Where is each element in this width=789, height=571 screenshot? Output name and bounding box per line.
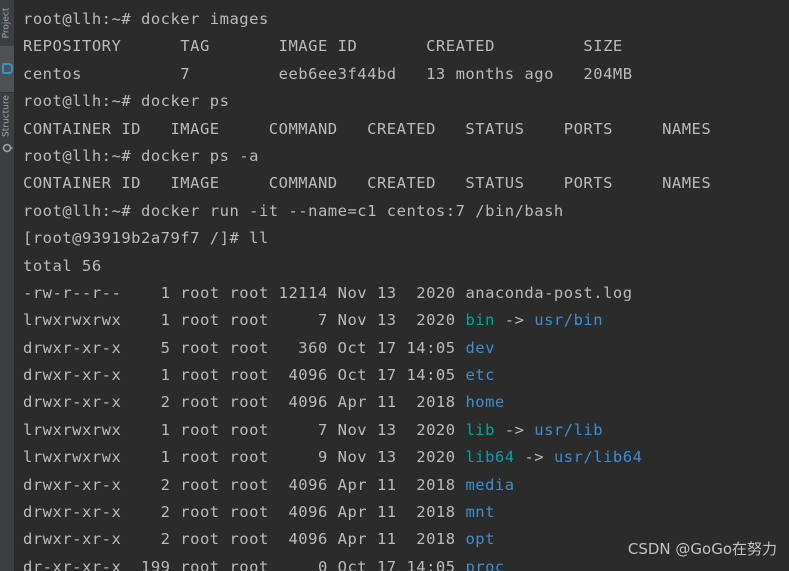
ll-row-meta: lrwxrwxrwx 1 root root 9 Nov 13 2020 xyxy=(23,448,466,467)
terminal-ll-row: -rw-r--r-- 1 root root 12114 Nov 13 2020… xyxy=(23,280,789,307)
ll-row-symlink-target: usr/bin xyxy=(534,311,604,330)
terminal-line-ps-header: CONTAINER ID IMAGE COMMAND CREATED STATU… xyxy=(23,174,712,193)
ll-row-meta: drwxr-xr-x 2 root root 4096 Apr 11 2018 xyxy=(23,475,466,494)
terminal-ll-row: lrwxrwxrwx 1 root root 7 Nov 13 2020 bin… xyxy=(23,307,789,334)
terminal-line-images-header: REPOSITORY TAG IMAGE ID CREATED SIZE xyxy=(23,37,623,56)
sidebar-item-database[interactable] xyxy=(0,46,14,92)
ll-row-name: opt xyxy=(465,530,495,549)
ll-row-meta: drwxr-xr-x 2 root root 4096 Apr 11 2018 xyxy=(23,530,466,549)
ll-row-name: mnt xyxy=(465,503,495,522)
terminal-line-ps-header: CONTAINER ID IMAGE COMMAND CREATED STATU… xyxy=(23,119,712,138)
settings-gear-icon xyxy=(2,143,13,153)
terminal-line-command: root@llh:~# docker images xyxy=(23,10,269,28)
ll-row-symlink-arrow: -> xyxy=(514,448,554,467)
terminal-line-images-row: centos 7 eeb6ee3f44bd 13 months ago 204M… xyxy=(23,64,633,83)
ll-row-meta: -rw-r--r-- 1 root root 12114 Nov 13 2020 xyxy=(23,283,466,302)
terminal-ll-row: drwxr-xr-x 2 root root 4096 Apr 11 2018 … xyxy=(23,389,789,416)
terminal-ll-row: drwxr-xr-x 1 root root 4096 Oct 17 14:05… xyxy=(23,362,789,389)
ll-row-name: etc xyxy=(465,366,495,385)
sidebar-item-label: Project xyxy=(1,7,12,39)
ll-row-meta: dr-xr-xr-x 199 root root 0 Oct 17 14:05 xyxy=(23,557,466,571)
terminal-ll-row: drwxr-xr-x 2 root root 4096 Apr 11 2018 … xyxy=(23,472,789,499)
terminal-line-command: root@llh:~# docker ps xyxy=(23,92,230,111)
terminal-line-total: total 56 xyxy=(23,256,102,275)
ll-row-name: proc xyxy=(465,557,505,571)
ll-row-meta: drwxr-xr-x 2 root root 4096 Apr 11 2018 xyxy=(23,393,466,412)
sidebar-item-project[interactable]: Project xyxy=(0,0,14,46)
terminal-ll-row: lrwxrwxrwx 1 root root 9 Nov 13 2020 lib… xyxy=(23,444,789,471)
terminal-ll-row: drwxr-xr-x 2 root root 4096 Apr 11 2018 … xyxy=(23,499,789,526)
terminal-ll-listing: -rw-r--r-- 1 root root 12114 Nov 13 2020… xyxy=(23,280,789,571)
ll-row-name: media xyxy=(465,475,515,494)
ll-row-meta: drwxr-xr-x 5 root root 360 Oct 17 14:05 xyxy=(23,338,466,357)
terminal-line-command: root@llh:~# docker run -it --name=c1 cen… xyxy=(23,201,564,220)
sidebar-item-label: Structure xyxy=(1,95,12,137)
terminal-ll-row: lrwxrwxrwx 1 root root 7 Nov 13 2020 lib… xyxy=(23,417,789,444)
ll-row-meta: lrwxrwxrwx 1 root root 7 Nov 13 2020 xyxy=(23,311,466,330)
ll-row-name: anaconda-post.log xyxy=(465,283,633,302)
terminal-ll-row: dr-xr-xr-x 199 root root 0 Oct 17 14:05 … xyxy=(23,554,789,571)
ll-row-name: bin xyxy=(465,311,495,330)
sidebar-item-structure[interactable]: Structure xyxy=(0,93,14,139)
ll-row-meta: lrwxrwxrwx 1 root root 7 Nov 13 2020 xyxy=(23,420,466,439)
ll-row-symlink-target: usr/lib64 xyxy=(553,448,643,467)
ll-row-name: dev xyxy=(465,338,495,357)
terminal-output[interactable]: root@llh:~# docker images REPOSITORY TAG… xyxy=(15,0,789,571)
terminal-ll-row: drwxr-xr-x 5 root root 360 Oct 17 14:05 … xyxy=(23,335,789,362)
ll-row-name: lib xyxy=(465,420,495,439)
ll-row-name: lib64 xyxy=(465,448,515,467)
sidebar-item-settings[interactable] xyxy=(0,139,14,159)
ll-row-symlink-target: usr/lib xyxy=(534,420,604,439)
ide-tool-stripe: Project Structure xyxy=(0,0,15,571)
terminal-window: Project Structure root@llh:~# docker ima… xyxy=(0,0,789,571)
ll-row-symlink-arrow: -> xyxy=(494,311,535,330)
ll-row-symlink-arrow: -> xyxy=(494,420,535,439)
terminal-line-command: root@llh:~# docker ps -a xyxy=(23,146,259,165)
database-icon xyxy=(2,63,13,74)
terminal-ll-row: drwxr-xr-x 2 root root 4096 Apr 11 2018 … xyxy=(23,526,789,553)
ll-row-meta: drwxr-xr-x 1 root root 4096 Oct 17 14:05 xyxy=(23,366,466,385)
ll-row-name: home xyxy=(465,393,505,412)
terminal-line-container-prompt: [root@93919b2a79f7 /]# ll xyxy=(23,229,269,248)
ll-row-meta: drwxr-xr-x 2 root root 4096 Apr 11 2018 xyxy=(23,503,466,522)
